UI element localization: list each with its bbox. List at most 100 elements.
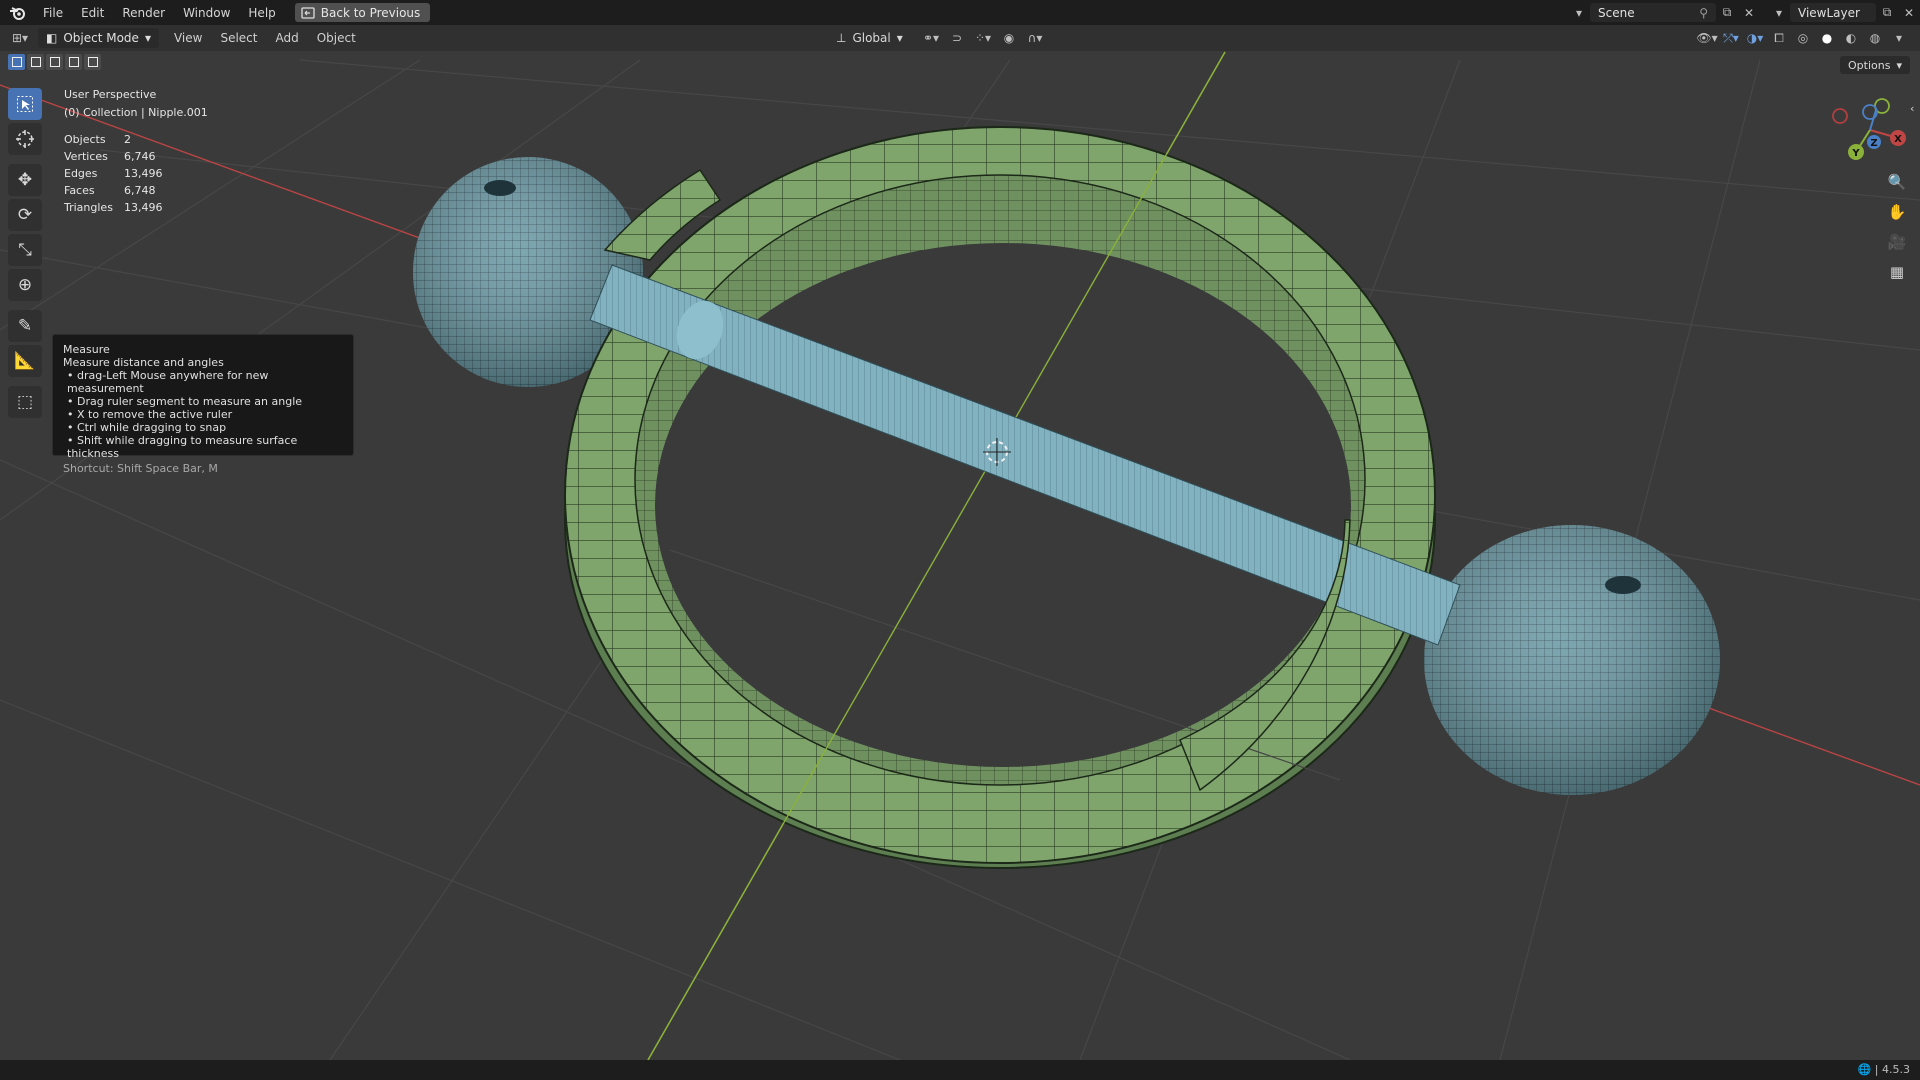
stat-label: Faces (64, 184, 95, 197)
stat-row: Faces 6,748 (64, 182, 163, 199)
version-label: 4.5.3 (1882, 1063, 1910, 1076)
delete-viewlayer-icon[interactable]: ✕ (1898, 3, 1920, 22)
move-icon[interactable]: ✥ (8, 164, 42, 196)
snap-target-icon[interactable]: ⁘▾ (972, 29, 994, 48)
stat-label: Objects (64, 133, 106, 146)
shading-options-icon[interactable]: ▾ (1888, 29, 1910, 48)
tool-shelf: ✥ ⟳ ⤡ ⊕ ✎ 📐 ⬚ (8, 88, 46, 421)
tooltip-bullet: • Ctrl while dragging to snap (67, 421, 227, 434)
snap-controls: ⚭▾ ⊃ ⁘▾ ◉ ∩▾ (920, 28, 1046, 48)
grid-icon[interactable]: ▦ (1883, 258, 1911, 286)
scene-selector-icon[interactable]: ▾ (1568, 3, 1590, 22)
falloff-icon[interactable]: ∩▾ (1024, 29, 1046, 48)
xray-toggle-icon[interactable]: ⧠ (1768, 29, 1790, 48)
scale-icon[interactable]: ⤡ (8, 234, 42, 266)
scene-statistics: Objects 2 Vertices 6,746 Edges 13,496 Faces… (64, 131, 163, 216)
select-new-icon[interactable] (8, 54, 25, 70)
pivot-icon[interactable]: ⚭▾ (920, 29, 942, 48)
rendered-shading-icon[interactable]: ◍ (1864, 29, 1886, 48)
snap-magnet-icon[interactable]: ⊃ (946, 29, 968, 48)
transform-orientation-dropdown[interactable]: ⊥ Global ▾ (836, 28, 903, 48)
stat-label: Triangles (64, 201, 113, 214)
gizmo-z-label: Z (1870, 138, 1877, 149)
camera-icon[interactable]: 🎥 (1883, 228, 1911, 256)
select-extend-icon[interactable] (27, 54, 44, 70)
transform-icon[interactable]: ⊕ (8, 269, 42, 301)
collection-label: (0) Collection | Nipple.001 (64, 106, 208, 119)
tooltip-bullet: • X to remove the active ruler (67, 408, 233, 421)
back-to-previous-label: Back to Previous (320, 5, 421, 20)
delete-scene-icon[interactable]: ✕ (1738, 3, 1760, 22)
scene-controls: ▾ Scene ⚲ ⧉ ✕ ▾ ViewLayer ⧉ ✕ (1568, 0, 1920, 25)
tooltip-shortcut: Shortcut: Shift Space Bar, M (63, 462, 218, 475)
stat-label: Vertices (64, 150, 108, 163)
zoom-icon[interactable]: 🔍 (1883, 168, 1911, 196)
tooltip-bullet: • drag-Left Mouse anywhere for new measu… (67, 369, 269, 395)
scene-name: Scene (1598, 5, 1635, 20)
navigation-buttons: 🔍 ✋ 🎥 ▦ (1883, 168, 1913, 288)
selection-mode-group (8, 54, 101, 70)
select-intersect-icon[interactable] (84, 54, 101, 70)
ring-mesh (564, 126, 1436, 869)
viewport-canvas[interactable] (0, 0, 1920, 1080)
options-label: Options (1848, 58, 1891, 72)
new-viewlayer-icon[interactable]: ⧉ (1876, 3, 1898, 22)
add-cube-icon[interactable]: ⬚ (8, 386, 42, 418)
viewport-header: ⊞▾ ◧ Object Mode ▾ View Select Add Objec… (0, 25, 1920, 51)
material-shading-icon[interactable]: ◐ (1840, 29, 1862, 48)
viewlayer-field[interactable]: ViewLayer (1790, 3, 1876, 22)
sidebar-toggle-icon[interactable]: ‹ (1910, 102, 1914, 115)
chevron-down-icon: ▾ (144, 31, 151, 45)
stat-label: Edges (64, 167, 98, 180)
viewlayer-selector-icon[interactable]: ▾ (1768, 3, 1790, 22)
object-mode-icon: ◧ (46, 31, 58, 45)
tooltip-title: Measure (63, 343, 110, 356)
pan-hand-icon[interactable]: ✋ (1883, 198, 1911, 226)
chevron-down-icon: ▾ (1896, 58, 1902, 72)
measure-icon[interactable]: 📐 (8, 345, 42, 377)
blender-logo-icon[interactable] (0, 0, 34, 25)
mode-dropdown[interactable]: ◧ Object Mode ▾ (38, 28, 159, 48)
proportional-edit-icon[interactable]: ◉ (998, 29, 1020, 48)
editor-type-icon[interactable]: ⊞▾ (6, 29, 34, 48)
orientation-label: Global (852, 31, 891, 45)
chevron-down-icon: ▾ (896, 31, 903, 45)
status-bar: 🌐 | 4.5.3 (0, 1060, 1920, 1080)
top-menu-bar: File Edit Render Window Help Back to Pre… (0, 0, 1920, 25)
back-to-previous-button[interactable]: Back to Previous (294, 3, 431, 22)
measure-tooltip: Measure Measure distance and angles • dr… (52, 334, 354, 475)
scene-field[interactable]: Scene ⚲ (1590, 3, 1716, 22)
network-icon: 🌐 | (1857, 1063, 1879, 1076)
menu-object[interactable]: Object (308, 31, 365, 45)
menu-help[interactable]: Help (239, 6, 284, 20)
select-box-icon[interactable] (8, 88, 42, 120)
stat-row: Triangles 13,496 (64, 199, 163, 216)
orientation-icon: ⊥ (836, 31, 847, 45)
new-scene-icon[interactable]: ⧉ (1716, 3, 1738, 22)
rotate-icon[interactable]: ⟳ (8, 199, 42, 231)
select-subtract-icon[interactable] (46, 54, 63, 70)
annotate-icon[interactable]: ✎ (8, 310, 42, 342)
menu-add[interactable]: Add (266, 31, 307, 45)
viewlayer-name: ViewLayer (1798, 5, 1860, 20)
cursor-icon[interactable] (8, 123, 42, 155)
options-dropdown[interactable]: Options ▾ (1840, 56, 1910, 74)
tooltip-description: Measure distance and angles (63, 356, 224, 369)
version-indicator: 🌐 | 4.5.3 (1858, 1063, 1910, 1076)
menu-view[interactable]: View (165, 31, 211, 45)
menu-window[interactable]: Window (174, 6, 239, 20)
wireframe-shading-icon[interactable]: ◎ (1792, 29, 1814, 48)
menu-render[interactable]: Render (113, 6, 174, 20)
menu-select[interactable]: Select (211, 31, 266, 45)
menu-file[interactable]: File (34, 6, 72, 20)
menu-edit[interactable]: Edit (72, 6, 113, 20)
solid-shading-icon[interactable]: ● (1816, 29, 1838, 48)
pin-icon[interactable]: ⚲ (1699, 6, 1708, 20)
gizmo-toggle-icon[interactable]: ⤱▾ (1720, 29, 1742, 48)
select-invert-icon[interactable] (65, 54, 82, 70)
stat-value: 2 (124, 133, 131, 146)
navigation-gizmo[interactable]: X Y Z (1830, 92, 1910, 162)
overlay-toggle-icon[interactable]: ◑▾ (1744, 29, 1766, 48)
viewport-display-controls: 👁▾ ⤱▾ ◑▾ ⧠ ◎ ● ◐ ◍ ▾ (1696, 28, 1910, 48)
visibility-icon[interactable]: 👁▾ (1696, 29, 1718, 48)
